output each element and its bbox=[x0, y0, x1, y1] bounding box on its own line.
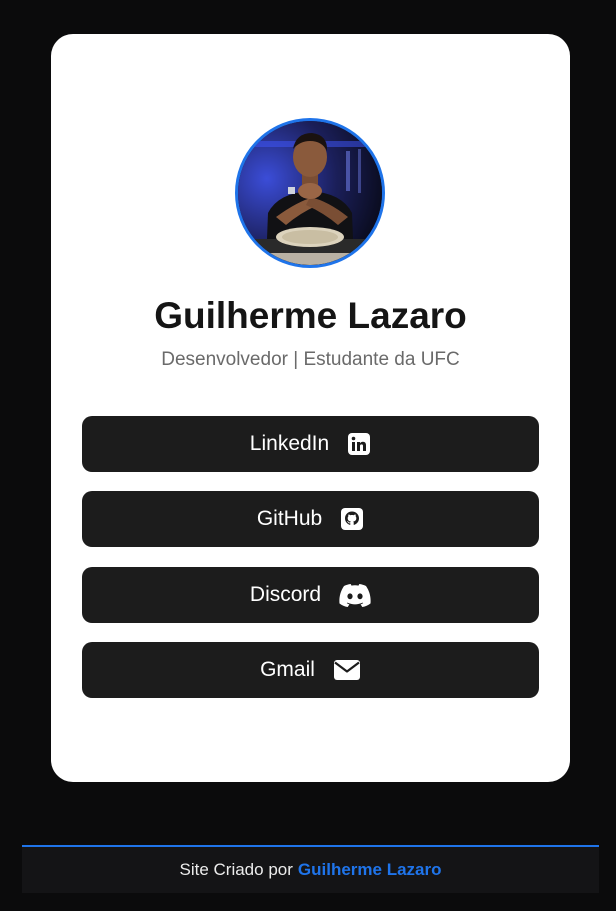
discord-button[interactable]: Discord bbox=[82, 567, 539, 623]
gmail-button[interactable]: Gmail bbox=[82, 642, 539, 698]
profile-name: Guilherme Lazaro bbox=[154, 295, 467, 336]
avatar-photo bbox=[238, 121, 382, 265]
github-button-label: GitHub bbox=[256, 507, 323, 530]
footer-author-link[interactable]: Guilherme Lazaro bbox=[298, 860, 442, 880]
footer-credit-prefix: Site Criado por bbox=[179, 860, 293, 879]
linkedin-button-label: LinkedIn bbox=[249, 432, 330, 455]
avatar bbox=[235, 118, 385, 268]
discord-icon bbox=[339, 583, 371, 607]
profile-subtitle: Desenvolvedor | Estudante da UFC bbox=[161, 349, 460, 370]
footer: Site Criado por Guilherme Lazaro bbox=[22, 845, 599, 893]
linkedin-icon bbox=[347, 432, 371, 456]
github-button[interactable]: GitHub bbox=[82, 491, 539, 547]
mail-icon bbox=[333, 659, 361, 681]
profile-card: Guilherme Lazaro Desenvolvedor | Estudan… bbox=[51, 34, 570, 782]
gmail-button-label: Gmail bbox=[260, 658, 315, 681]
discord-button-label: Discord bbox=[249, 583, 322, 606]
linkedin-button[interactable]: LinkedIn bbox=[82, 416, 539, 472]
github-icon bbox=[340, 507, 364, 531]
